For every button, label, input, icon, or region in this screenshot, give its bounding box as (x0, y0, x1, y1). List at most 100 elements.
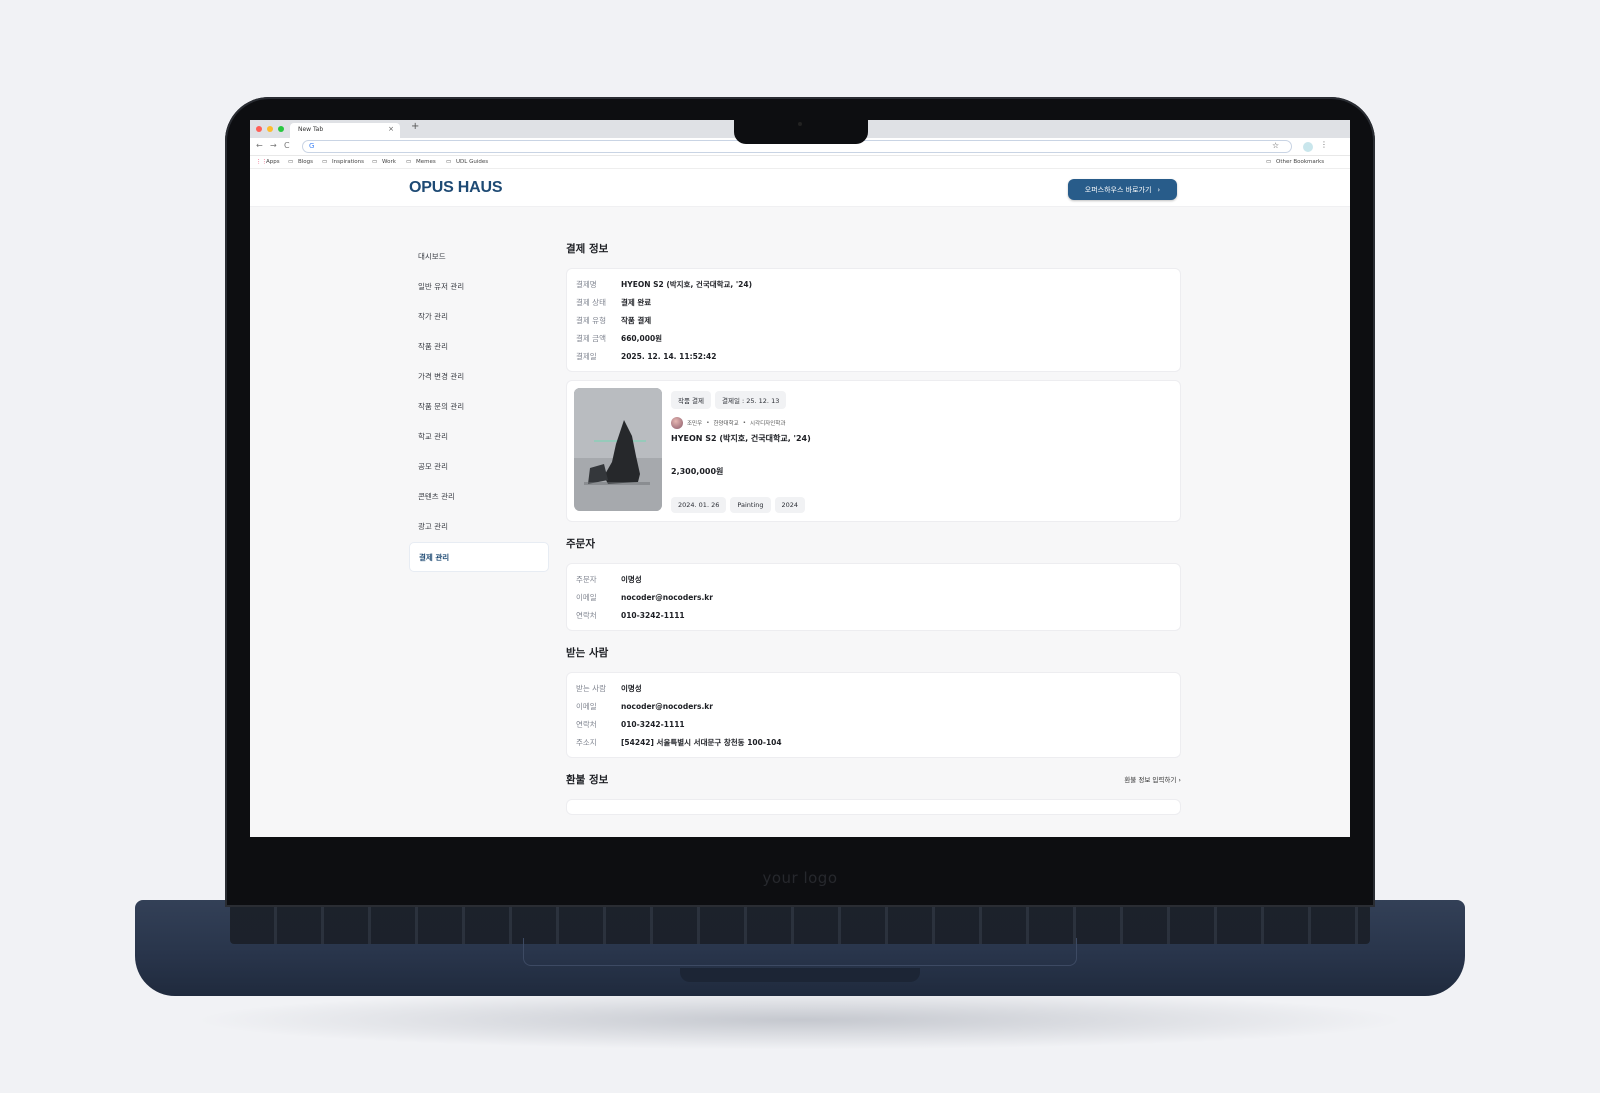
bookmark-udl-guides[interactable]: UDL Guides (456, 159, 488, 165)
sidebar-nav: 대시보드 일반 유저 관리 작가 관리 작품 관리 가격 변경 관리 작품 문의… (409, 242, 549, 572)
sidebar-item-price-changes[interactable]: 가격 변경 관리 (409, 362, 549, 392)
go-to-opushaus-button[interactable]: 오퍼스하우스 바로가기 › (1068, 179, 1177, 200)
browser-tab[interactable]: New Tab × (290, 123, 400, 138)
info-row: 결제 상태 결제 완료 (576, 293, 1171, 311)
tab-close-icon[interactable]: × (388, 125, 394, 133)
camera-icon (798, 122, 802, 126)
bookmark-work[interactable]: Work (382, 159, 396, 165)
info-row: 주소지 [54242] 서울특별시 서대문구 창천동 100-104 (576, 733, 1171, 751)
refund-card (566, 799, 1181, 815)
bookmark-apps[interactable]: Apps (266, 159, 280, 165)
enter-refund-info-label: 환불 정보 입력하기 (1124, 776, 1177, 784)
row-label: 주소지 (576, 737, 597, 747)
bookmark-inspirations[interactable]: Inspirations (332, 159, 364, 165)
enter-refund-info-link[interactable]: 환불 정보 입력하기 › (1124, 774, 1181, 784)
sidebar-item-payments[interactable]: 결제 관리 (409, 542, 549, 572)
info-row: 받는 사람 이명성 (576, 679, 1171, 697)
info-row: 이메일 nocoder@nocoders.kr (576, 697, 1171, 715)
sidebar-item-artwork-inquiries[interactable]: 작품 문의 관리 (409, 392, 549, 422)
bookmark-star-icon[interactable]: ☆ (1272, 141, 1279, 150)
payment-type-chip: 작품 결제 (671, 391, 711, 409)
minimize-window-icon[interactable] (267, 126, 273, 132)
browser-menu-icon[interactable]: ⋮ (1320, 140, 1328, 149)
laptop-shadow (190, 990, 1410, 1050)
info-row: 연락처 010-3242-1111 (576, 606, 1171, 624)
row-label: 이메일 (576, 701, 597, 711)
go-to-opushaus-label: 오퍼스하우스 바로가기 (1084, 185, 1152, 194)
info-row: 결제명 HYEON S2 (박지호, 건국대학교, '24) (576, 275, 1171, 293)
bookmark-memes[interactable]: Memes (416, 159, 436, 165)
maximize-window-icon[interactable] (278, 126, 284, 132)
row-label: 주문자 (576, 574, 597, 584)
artist-avatar (671, 417, 683, 429)
bookmarks-bar: ⋮⋮ Apps ▭ Blogs ▭ Inspirations ▭ Work ▭ … (250, 156, 1350, 169)
info-row: 결제 금액 660,000원 (576, 329, 1171, 347)
reload-icon[interactable]: C (284, 141, 290, 150)
product-card[interactable]: 작품 결제 결제일 : 25. 12. 13 조민우 • 한양대학교 • 시각디자… (566, 380, 1181, 522)
info-row: 연락처 010-3242-1111 (576, 715, 1171, 733)
sidebar-item-artworks[interactable]: 작품 관리 (409, 332, 549, 362)
row-label: 결제 금액 (576, 333, 606, 343)
folder-icon: ▭ (372, 159, 378, 165)
profile-avatar[interactable] (1303, 142, 1313, 152)
sidebar-item-artists[interactable]: 작가 관리 (409, 302, 549, 332)
separator-dot: • (706, 420, 710, 426)
product-tags: 2024. 01. 26 Painting 2024 (671, 492, 809, 513)
refund-title-text: 환불 정보 (566, 774, 609, 786)
laptop-lip (680, 968, 920, 982)
google-icon: G (309, 142, 315, 150)
folder-icon: ▭ (1266, 159, 1272, 165)
row-value: 작품 결제 (621, 315, 652, 325)
row-value: nocoder@nocoders.kr (621, 592, 713, 602)
product-title: HYEON S2 (박지호, 건국대학교, '24) (671, 434, 811, 443)
bookmark-blogs[interactable]: Blogs (298, 159, 313, 165)
chevron-right-icon: › (1178, 776, 1181, 784)
payment-info-title: 결제 정보 (566, 243, 609, 255)
sidebar-item-contests[interactable]: 공모 관리 (409, 452, 549, 482)
other-bookmarks[interactable]: Other Bookmarks (1276, 159, 1324, 165)
refund-title: 환불 정보 환불 정보 입력하기 › (566, 772, 1181, 790)
sidebar-item-ads[interactable]: 광고 관리 (409, 512, 549, 542)
app-header: OPUS HAUS 오퍼스하우스 바로가기 › (250, 169, 1350, 207)
admin-app: OPUS HAUS 오퍼스하우스 바로가기 › 대시보드 일반 유저 관리 작가… (250, 169, 1350, 837)
product-info: 작품 결제 결제일 : 25. 12. 13 조민우 • 한양대학교 • 시각디자… (671, 388, 1173, 514)
product-price: 2,300,000원 (671, 467, 724, 476)
sidebar-item-contents[interactable]: 콘텐츠 관리 (409, 482, 549, 512)
opus-haus-logo[interactable]: OPUS HAUS (409, 179, 503, 197)
row-label: 연락처 (576, 610, 597, 620)
folder-icon: ▭ (322, 159, 328, 165)
bezel-logo: your logo (762, 869, 838, 887)
sculpture-image (574, 388, 662, 511)
row-label: 이메일 (576, 592, 597, 602)
row-label: 결제일 (576, 351, 597, 361)
folder-icon: ▭ (406, 159, 412, 165)
laptop-screen: New Tab × + ← → C G ☆ ⋮ ⋮⋮ Apps ▭ Blogs … (250, 120, 1350, 837)
payment-date-chip: 결제일 : 25. 12. 13 (715, 391, 787, 409)
row-value: nocoder@nocoders.kr (621, 701, 713, 711)
sidebar-item-dashboard[interactable]: 대시보드 (409, 242, 549, 272)
new-tab-button[interactable]: + (411, 121, 419, 132)
product-tag: 2024. 01. 26 (671, 497, 727, 513)
info-row: 결제일 2025. 12. 14. 11:52:42 (576, 347, 1171, 365)
back-icon[interactable]: ← (256, 141, 263, 150)
row-value: 010-3242-1111 (621, 610, 685, 620)
tab-title: New Tab (298, 126, 324, 133)
row-value: [54242] 서울특별시 서대문구 창천동 100-104 (621, 737, 782, 747)
row-label: 연락처 (576, 719, 597, 729)
row-value: 결제 완료 (621, 297, 652, 307)
info-row: 이메일 nocoder@nocoders.kr (576, 588, 1171, 606)
artist-department: 시각디자인학과 (750, 421, 786, 427)
sidebar-item-schools[interactable]: 학교 관리 (409, 422, 549, 452)
recipient-title: 받는 사람 (566, 647, 609, 659)
info-row: 주문자 이명성 (576, 570, 1171, 588)
sidebar-item-users[interactable]: 일반 유저 관리 (409, 272, 549, 302)
row-value: 2025. 12. 14. 11:52:42 (621, 351, 717, 361)
chevron-right-icon: › (1157, 185, 1161, 194)
orderer-title: 주문자 (566, 538, 595, 550)
info-row: 결제 유형 작품 결제 (576, 311, 1171, 329)
close-window-icon[interactable] (256, 126, 262, 132)
row-value: 010-3242-1111 (621, 719, 685, 729)
row-value: 이명성 (621, 683, 642, 693)
folder-icon: ▭ (446, 159, 452, 165)
forward-icon[interactable]: → (270, 141, 277, 150)
